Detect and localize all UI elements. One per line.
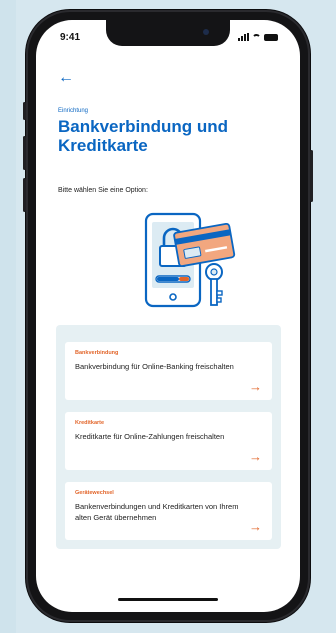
mute-switch <box>23 102 26 120</box>
power-button <box>310 150 313 202</box>
battery-icon <box>264 34 278 41</box>
arrow-right-icon: → <box>249 449 262 464</box>
phone-lock-card-key-illustration <box>144 212 236 308</box>
arrow-right-icon: → <box>249 519 262 534</box>
options-panel: Bankverbindung Bankverbindung für Online… <box>56 325 281 549</box>
notch <box>106 20 230 46</box>
option-label: Bankverbindung <box>75 350 119 356</box>
arrow-right-icon: → <box>249 379 262 394</box>
option-description: Kreditkarte für Online-Zahlungen freisch… <box>75 432 225 441</box>
home-indicator[interactable] <box>118 598 218 601</box>
phone-frame: 9:41 ← Einrichtung Bankverbindung und Kr… <box>23 10 313 622</box>
camera-icon <box>203 29 209 35</box>
volume-down-button <box>23 178 26 212</box>
wifi-icon <box>252 34 261 41</box>
page-title: Bankverbindung und Kreditkarte <box>58 117 228 155</box>
option-label: Kreditkarte <box>75 420 105 426</box>
back-arrow-icon[interactable]: ← <box>58 70 74 86</box>
option-card-bankverbindung[interactable]: Bankverbindung Bankverbindung für Online… <box>65 342 272 400</box>
section-eyebrow: Einrichtung <box>58 108 89 114</box>
option-prompt: Bitte wählen Sie eine Option: <box>58 187 148 194</box>
phone-screen: 9:41 ← Einrichtung Bankverbindung und Kr… <box>36 20 300 612</box>
signal-icon <box>238 33 249 41</box>
status-icons <box>238 32 278 41</box>
option-card-kreditkarte[interactable]: Kreditkarte Kreditkarte für Online-Zahlu… <box>65 412 272 470</box>
page-background: 9:41 ← Einrichtung Bankverbindung und Kr… <box>0 0 336 633</box>
option-description: Bankverbindung für Online-Banking freisc… <box>75 362 234 371</box>
left-edge-strip <box>0 0 16 633</box>
volume-up-button <box>23 136 26 170</box>
option-label: Gerätewechsel <box>75 490 114 496</box>
status-time: 9:41 <box>60 32 81 43</box>
option-card-geraetewechsel[interactable]: Gerätewechsel Bankenverbindungen und Kre… <box>65 482 272 540</box>
option-description: Bankenverbindungen und Kreditkarten von … <box>75 502 239 522</box>
